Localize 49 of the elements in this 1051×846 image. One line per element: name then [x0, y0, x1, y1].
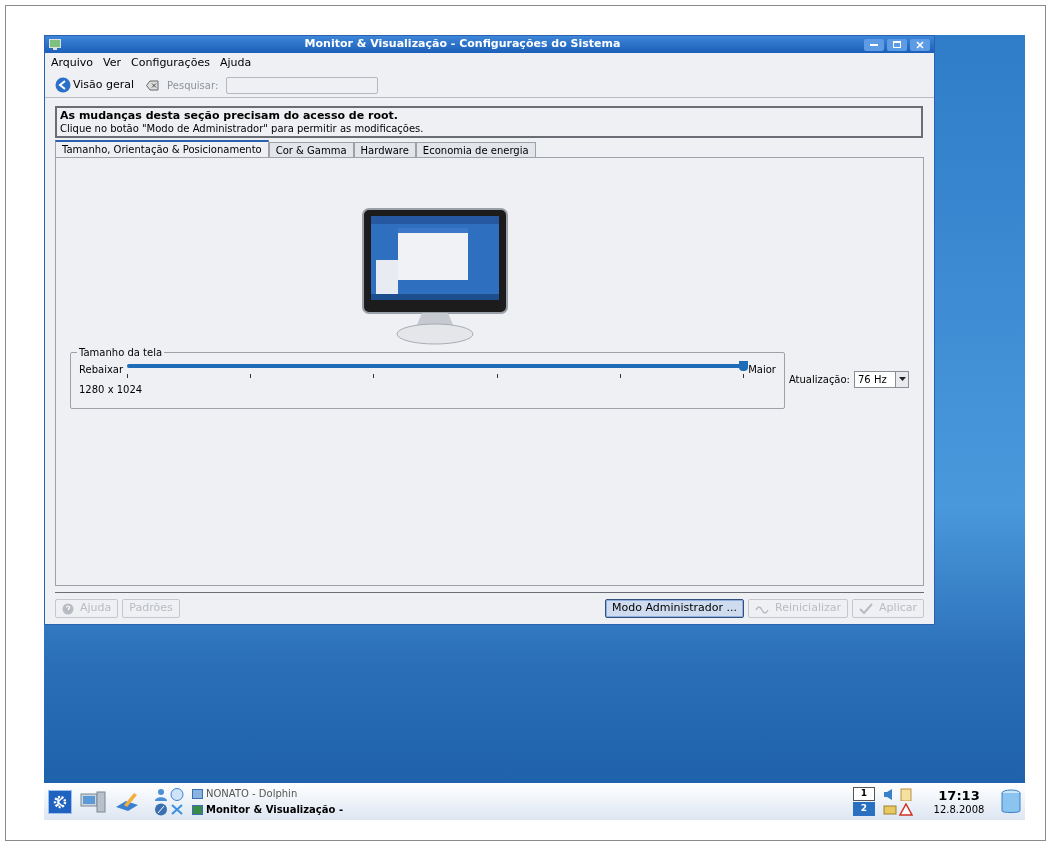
minimize-button[interactable] [864, 38, 884, 51]
envelope-icon[interactable] [883, 802, 897, 816]
window-title: Monitor & Visualização - Configurações do Sistema [303, 36, 622, 53]
search-label: Pesquisar: [167, 78, 219, 93]
compass-icon[interactable] [154, 802, 168, 816]
wave-icon [755, 603, 770, 614]
trash-can-icon[interactable] [1001, 788, 1021, 815]
checkmark-icon [859, 602, 874, 615]
overview-button[interactable]: Visão geral [55, 76, 135, 94]
computer-icon[interactable] [80, 790, 106, 813]
refresh-dropdown[interactable]: 76 Hz [854, 370, 909, 388]
min-label: Rebaixar [79, 363, 124, 377]
max-label: Maior [748, 363, 776, 377]
warning-icon[interactable] [899, 802, 913, 816]
task-button[interactable]: NONATO - Dolphin [192, 785, 382, 802]
monitor-icon [49, 39, 61, 50]
refresh-label: Atualização: [788, 372, 850, 387]
dropdown-arrow-icon [898, 377, 906, 381]
clear-icon [146, 79, 160, 91]
clipboard-icon[interactable] [899, 787, 913, 801]
notice-text: Clique no botão "Modo de Administrador" para permitir as modificações. [60, 122, 425, 135]
window-icon [192, 804, 203, 815]
menu-item[interactable]: Configurações [131, 54, 210, 72]
people-icon[interactable] [154, 787, 168, 801]
pager-desktop[interactable]: 1 [853, 787, 875, 801]
close-icon [916, 40, 924, 49]
tab[interactable]: Economia de energia [415, 142, 536, 157]
globe-icon[interactable] [170, 787, 184, 801]
tab[interactable]: Tamanho, Orientação & Posicionamento [55, 140, 269, 157]
clock-date: 12.8.2008 [933, 802, 985, 816]
tab[interactable]: Hardware [353, 142, 416, 157]
close-button[interactable] [910, 38, 930, 51]
menu-item[interactable]: Ajuda [219, 54, 252, 72]
notice-heading: As mudanças desta seção precisam do acesso de root. [60, 109, 399, 122]
menu-item[interactable]: Ver [103, 54, 122, 72]
clock-time: 17:13 [938, 787, 980, 803]
screen-size-slider[interactable] [127, 361, 745, 371]
pager-desktop[interactable]: 2 [853, 802, 875, 816]
dialog-button[interactable]: Modo Administrador ... [605, 599, 745, 618]
help-icon [62, 602, 74, 615]
tab[interactable]: Cor & Gamma [268, 142, 354, 157]
kde-menu-button[interactable] [48, 789, 72, 814]
pencil-icon[interactable] [114, 790, 140, 813]
task-button[interactable]: Monitor & Visualização - [192, 801, 382, 818]
resolution-text: 1280 x 1024 [79, 383, 144, 397]
window-icon [192, 788, 203, 799]
network-icon[interactable] [170, 802, 184, 816]
maximize-button[interactable] [887, 38, 907, 51]
menu-item[interactable]: Arquivo [51, 54, 94, 72]
